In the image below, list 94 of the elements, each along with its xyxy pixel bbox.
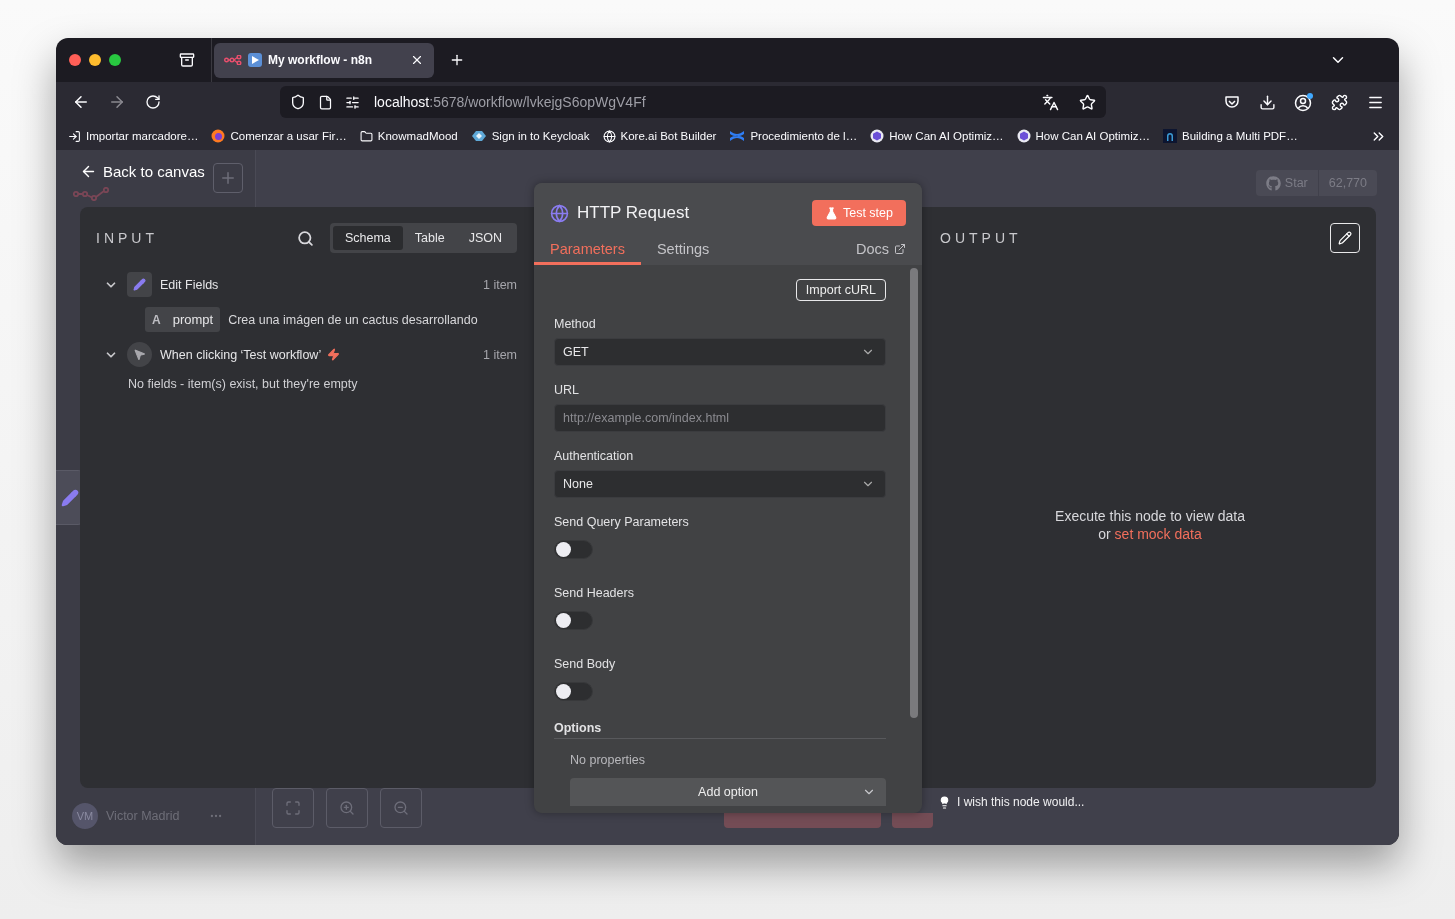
globe-icon bbox=[602, 129, 616, 143]
docs-link[interactable]: Docs bbox=[855, 235, 906, 265]
zoom-in-icon bbox=[339, 800, 355, 816]
pocket-icon[interactable] bbox=[1224, 94, 1240, 110]
panel-title: INPUT bbox=[96, 230, 159, 246]
node-title: HTTP Request bbox=[577, 203, 691, 223]
section-title: Options bbox=[554, 721, 886, 739]
view-tab[interactable]: JSON bbox=[456, 226, 514, 250]
lightning-icon bbox=[327, 348, 341, 361]
toggle-switch[interactable] bbox=[554, 540, 593, 559]
external-link-icon bbox=[894, 242, 906, 255]
select-field[interactable]: None bbox=[554, 470, 886, 498]
zoom-out-icon bbox=[393, 800, 409, 816]
cross-icon bbox=[729, 129, 746, 143]
shield-icon bbox=[290, 94, 306, 110]
import-curl-button[interactable]: Import cURL bbox=[795, 279, 886, 301]
field-label: URL bbox=[554, 382, 580, 399]
arch-icon bbox=[1162, 129, 1177, 143]
bookmark[interactable]: How Can AI Optimiz… bbox=[1016, 129, 1150, 143]
github-icon bbox=[1265, 175, 1281, 191]
close-window-button[interactable] bbox=[69, 54, 81, 66]
diamond-icon bbox=[470, 130, 487, 142]
item-count: 1 item bbox=[482, 277, 517, 292]
address-bar[interactable]: localhost:5678/workflow/lvkejgS6opWgV4Ff bbox=[280, 86, 1106, 118]
node-name: When clicking ‘Test workflow’ bbox=[160, 347, 322, 362]
account-icon[interactable] bbox=[1294, 92, 1314, 112]
close-icon[interactable] bbox=[410, 53, 424, 67]
permissions-icon bbox=[345, 94, 360, 110]
new-tab-icon[interactable] bbox=[449, 52, 465, 68]
flask-icon bbox=[824, 206, 838, 220]
feedback-prompt[interactable]: I wish this node would... bbox=[957, 795, 1085, 809]
node-name: Edit Fields bbox=[160, 277, 219, 292]
bookmark[interactable]: Sign in to Keycloak bbox=[470, 130, 590, 142]
fit-view-icon bbox=[285, 800, 301, 816]
scrollbar-thumb[interactable] bbox=[910, 268, 918, 718]
page-icon bbox=[318, 94, 333, 110]
settings-tab[interactable]: Settings bbox=[640, 235, 726, 265]
minimize-window-button[interactable] bbox=[89, 54, 101, 66]
lightbulb-icon bbox=[938, 795, 951, 809]
zoom-window-button[interactable] bbox=[109, 54, 121, 66]
import-icon bbox=[68, 129, 81, 143]
bookmark[interactable]: How Can AI Optimiz… bbox=[870, 129, 1004, 143]
toggle-switch[interactable] bbox=[554, 682, 593, 701]
folder-icon bbox=[359, 129, 373, 143]
mock-data-link[interactable]: set mock data bbox=[1114, 526, 1202, 542]
download-icon[interactable] bbox=[1259, 93, 1276, 111]
translate-icon[interactable] bbox=[1042, 93, 1059, 111]
select-field[interactable]: GET bbox=[554, 338, 886, 366]
add-node-button[interactable] bbox=[213, 163, 243, 193]
field-label: Method bbox=[554, 316, 597, 333]
url-field[interactable]: http://example.com/index.html bbox=[554, 404, 886, 432]
empty-message: Execute this node to view data or set mock data bbox=[1054, 507, 1246, 543]
bookmark[interactable]: Building a Multi PDF… bbox=[1162, 129, 1298, 143]
field-name[interactable]: A prompt bbox=[145, 307, 221, 332]
bookmark[interactable]: Procedimiento de l… bbox=[729, 129, 858, 143]
field-label: Send Headers bbox=[554, 585, 635, 602]
field-label: Send Query Parameters bbox=[554, 514, 690, 531]
field-label: Authentication bbox=[554, 448, 635, 465]
bookmark[interactable]: KnowmadMood bbox=[359, 129, 458, 143]
hexagon-icon bbox=[1016, 129, 1031, 143]
tab-tray-icon[interactable] bbox=[179, 52, 195, 68]
item-count: 1 item bbox=[482, 347, 517, 362]
browser-tab[interactable]: My workflow - n8n bbox=[214, 42, 434, 78]
field-label: Send Body bbox=[554, 656, 617, 673]
pencil-icon bbox=[127, 272, 152, 297]
field-value: Crea una imágen de un cactus desarrollando bbox=[228, 312, 478, 327]
hexagon-icon bbox=[870, 129, 885, 143]
nodes-icon bbox=[224, 55, 242, 65]
plus-icon bbox=[219, 169, 237, 187]
empty-message: No fields - item(s) exist, but they're empty bbox=[127, 377, 359, 391]
back-to-canvas-link[interactable]: Back to canvas bbox=[80, 163, 205, 180]
edit-button[interactable] bbox=[1330, 223, 1360, 253]
star-icon[interactable] bbox=[1079, 93, 1096, 111]
globe-icon bbox=[550, 203, 569, 223]
play-icon bbox=[248, 53, 262, 67]
pencil-icon bbox=[60, 488, 79, 507]
bookmark[interactable]: Kore.ai Bot Builder bbox=[602, 129, 717, 143]
fox-icon bbox=[211, 129, 226, 143]
view-tab[interactable]: Table bbox=[402, 226, 457, 250]
reload-icon[interactable] bbox=[145, 94, 161, 110]
panel-title: OUTPUT bbox=[940, 230, 1023, 246]
extensions-icon[interactable] bbox=[1331, 93, 1348, 111]
toggle-switch[interactable] bbox=[554, 611, 593, 630]
search-icon[interactable] bbox=[296, 229, 314, 247]
view-tab[interactable]: Schema bbox=[332, 226, 403, 250]
back-icon[interactable] bbox=[72, 93, 90, 111]
logo-icon bbox=[73, 187, 111, 201]
pencil-icon bbox=[1338, 231, 1352, 245]
forward-icon[interactable] bbox=[108, 93, 126, 111]
cursor-icon bbox=[127, 342, 152, 367]
bookmark[interactable]: Comenzar a usar Fir… bbox=[211, 129, 347, 143]
add-option-button[interactable]: Add option bbox=[570, 778, 886, 806]
empty-message: No properties bbox=[569, 753, 647, 767]
bookmark[interactable]: Importar marcadore… bbox=[68, 129, 199, 143]
